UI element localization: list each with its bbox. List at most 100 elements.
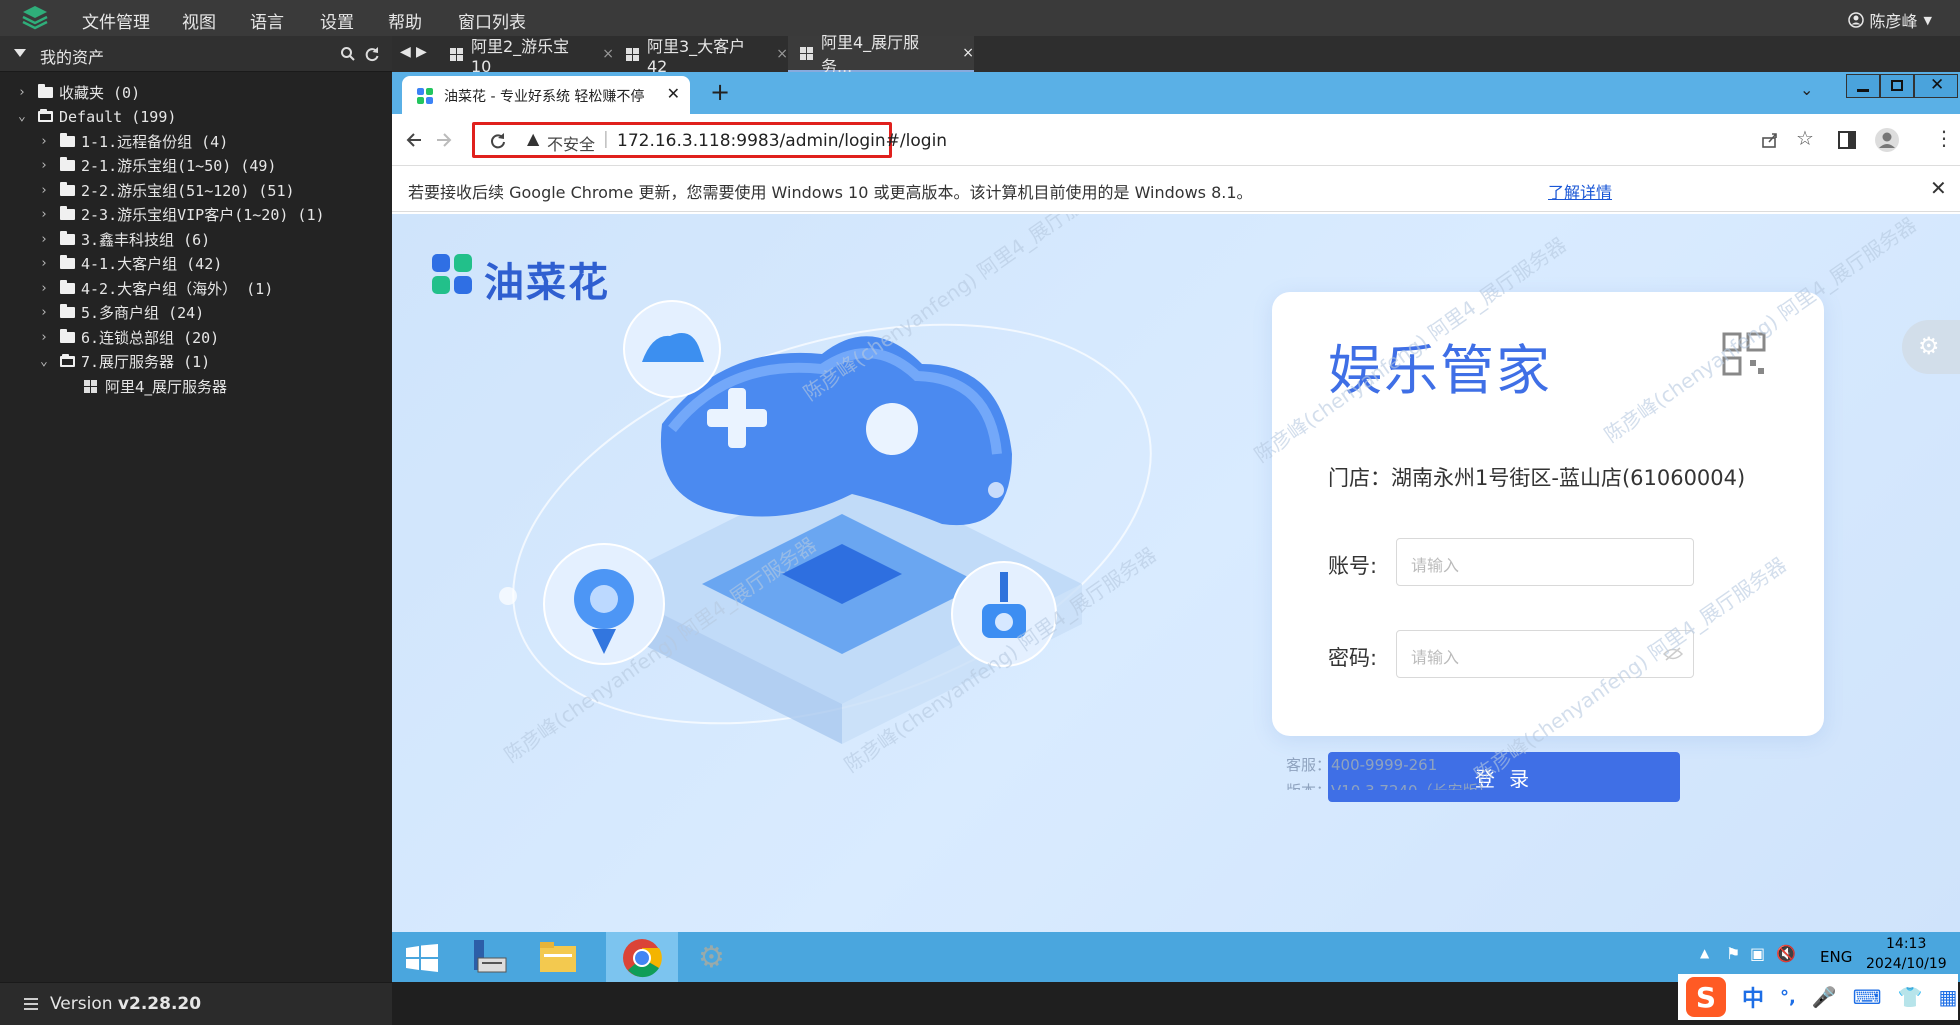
tree-node[interactable]: › 4-2.大客户组（海外） (1): [40, 276, 273, 300]
ime-mode[interactable]: 中: [1742, 981, 1764, 1013]
list-icon: [24, 998, 38, 1010]
tree-node[interactable]: › 2-1.游乐宝组(1~50) (49): [40, 154, 276, 178]
session-tab-ali2[interactable]: 阿里2_游乐宝10 ×: [438, 36, 614, 76]
forward-arrow-icon[interactable]: [434, 130, 454, 150]
chevron-right-icon[interactable]: ›: [18, 85, 38, 100]
chevron-right-icon[interactable]: ›: [40, 305, 60, 320]
profile-avatar-icon[interactable]: [1874, 127, 1900, 153]
close-icon[interactable]: ×: [962, 45, 974, 61]
search-icon[interactable]: [340, 46, 356, 62]
menu-settings[interactable]: 设置: [320, 8, 354, 33]
toolbox-grid-icon[interactable]: ▦: [1939, 985, 1958, 1009]
restore-button[interactable]: [1880, 74, 1914, 98]
session-tab-ali4[interactable]: 阿里4_展厅服务... ×: [788, 33, 974, 76]
tree-node[interactable]: › 5.多商户组 (24): [40, 301, 204, 325]
close-icon[interactable]: ×: [776, 46, 788, 62]
close-icon[interactable]: ×: [602, 46, 614, 62]
caret-down-icon: ▼: [1923, 13, 1932, 27]
tree-node-label: 6.连锁总部组 (20): [81, 328, 220, 347]
tree-node[interactable]: › 1-1.远程备份组 (4): [40, 129, 228, 153]
server-manager-icon[interactable]: [470, 938, 510, 976]
chevron-right-icon[interactable]: ›: [40, 207, 60, 222]
ime-toolbar[interactable]: S 中 °, 🎤 ⌨ 👕 ▦: [1678, 974, 1958, 1020]
account-field[interactable]: 请输入: [1396, 538, 1694, 586]
warning-triangle-icon: ▲: [527, 129, 540, 148]
microphone-icon[interactable]: 🎤: [1812, 985, 1837, 1009]
show-hidden-icons[interactable]: ▲: [1700, 946, 1709, 960]
share-icon[interactable]: [1760, 130, 1780, 150]
sidebar-header: 我的资产: [0, 36, 392, 72]
chrome-tab-strip: 油菜花 - 专业好系统 轻松赚不停 ✕ + ⌄ ✕: [392, 72, 1960, 114]
chevron-right-icon[interactable]: ›: [40, 158, 60, 173]
sogou-ime-icon[interactable]: S: [1686, 977, 1726, 1017]
tree-node[interactable]: › 收藏夹 (0): [18, 80, 140, 104]
windows-icon: [626, 47, 639, 61]
chrome-tab[interactable]: 油菜花 - 专业好系统 轻松赚不停 ✕: [402, 76, 690, 114]
tree-node[interactable]: › 6.连锁总部组 (20): [40, 325, 219, 349]
tree-node[interactable]: 阿里4_展厅服务器: [62, 374, 227, 398]
tree-node[interactable]: ⌄ 7.展厅服务器 (1): [40, 350, 210, 374]
skin-shirt-icon[interactable]: 👕: [1898, 985, 1923, 1009]
top-menu-bar: 文件管理 视图 语言 设置 帮助 窗口列表 陈彦峰 ▼: [0, 0, 1960, 36]
tree-node[interactable]: › 3.鑫丰科技组 (6): [40, 227, 210, 251]
ime-punct[interactable]: °,: [1780, 987, 1796, 1008]
bookmark-star-icon[interactable]: ☆: [1796, 126, 1814, 150]
learn-more-link[interactable]: 了解详情: [1548, 179, 1612, 203]
clock-date[interactable]: 2024/10/19: [1866, 956, 1947, 972]
reload-icon[interactable]: [489, 132, 507, 150]
gamepad-illustration: [499, 300, 1152, 744]
session-tab-ali3[interactable]: 阿里3_大客户42 ×: [614, 36, 788, 76]
chevron-right-icon[interactable]: ›: [40, 134, 60, 149]
chrome-taskbar-button[interactable]: [606, 932, 678, 982]
version-partial: 版本：V10.3.7240（长安版）: [1286, 780, 1546, 790]
side-panel-icon[interactable]: [1838, 131, 1856, 149]
settings-float-button[interactable]: ⚙: [1902, 320, 1960, 374]
folder-icon: [60, 206, 75, 220]
tab-search-icon[interactable]: ⌄: [1800, 80, 1813, 99]
tree-node[interactable]: › 2-3.游乐宝组VIP客户(1~20) (1): [40, 203, 325, 227]
back-arrow-icon[interactable]: [404, 130, 424, 150]
tree-node[interactable]: › 2-2.游乐宝组(51~120) (51): [40, 178, 295, 202]
chevron-right-icon[interactable]: ›: [40, 281, 60, 296]
chevron-right-icon[interactable]: ›: [40, 232, 60, 247]
address-toolbar: ▲ 不安全 | 172.16.3.118:9983/admin/login#/l…: [392, 114, 1960, 166]
collapse-triangle-icon[interactable]: [14, 49, 26, 57]
keyboard-icon[interactable]: ⌨: [1853, 985, 1882, 1009]
tab-scroll-right-icon[interactable]: ▶: [416, 44, 427, 60]
user-menu[interactable]: 陈彦峰 ▼: [1847, 8, 1932, 32]
omnibox[interactable]: ▲ 不安全 | 172.16.3.118:9983/admin/login#/l…: [472, 122, 947, 158]
chevron-down-icon[interactable]: ⌄: [40, 354, 60, 369]
windows-icon: [450, 47, 463, 61]
tree-node-label: 7.展厅服务器 (1): [81, 353, 211, 371]
refresh-icon[interactable]: [364, 46, 380, 62]
close-icon[interactable]: ✕: [667, 84, 680, 103]
tree-node[interactable]: ⌄ Default (199): [18, 105, 176, 129]
chevron-right-icon[interactable]: ›: [40, 330, 60, 345]
tree-node[interactable]: › 4-1.大客户组 (42): [40, 252, 222, 276]
folder-icon: [60, 230, 75, 245]
menu-window-list[interactable]: 窗口列表: [458, 8, 526, 33]
volume-muted-icon[interactable]: 🔇: [1776, 944, 1796, 963]
tab-scroll-left-icon[interactable]: ◀: [400, 44, 411, 60]
file-explorer-icon[interactable]: [538, 940, 578, 974]
menu-language[interactable]: 语言: [250, 8, 284, 33]
minimize-button[interactable]: [1846, 74, 1880, 98]
chevron-down-icon[interactable]: ⌄: [18, 109, 38, 124]
windows-start-icon[interactable]: [406, 944, 438, 972]
close-window-button[interactable]: ✕: [1914, 74, 1958, 98]
close-icon[interactable]: ✕: [1930, 176, 1947, 200]
flag-icon[interactable]: ⚑: [1726, 944, 1740, 963]
new-tab-icon[interactable]: +: [710, 78, 730, 106]
clock-time[interactable]: 14:13: [1886, 936, 1926, 952]
menu-file-management[interactable]: 文件管理: [82, 8, 150, 33]
chevron-right-icon[interactable]: ›: [40, 256, 60, 271]
menu-view[interactable]: 视图: [182, 8, 216, 33]
network-icon[interactable]: ▣: [1750, 944, 1765, 963]
menu-help[interactable]: 帮助: [388, 8, 422, 33]
input-lang[interactable]: ENG: [1820, 948, 1852, 966]
settings-gear-icon[interactable]: ⚙: [698, 940, 725, 975]
infobar-text: 若要接收后续 Google Chrome 更新，您需要使用 Windows 10…: [408, 183, 1253, 202]
tree-node-label: 收藏夹 (0): [59, 83, 141, 102]
chevron-right-icon[interactable]: ›: [40, 183, 60, 198]
more-vert-icon[interactable]: ⋮: [1934, 126, 1954, 150]
